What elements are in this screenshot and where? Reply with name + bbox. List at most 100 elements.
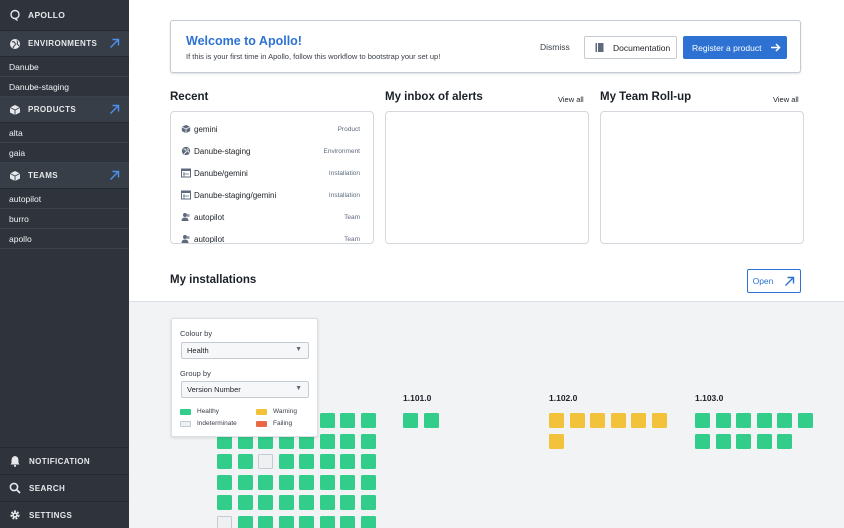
installation-tile-healthy[interactable] bbox=[797, 413, 813, 428]
sidebar-item-autopilot[interactable]: autopilot bbox=[0, 189, 129, 209]
bell-icon bbox=[9, 455, 21, 467]
installation-tile-healthy[interactable] bbox=[777, 413, 792, 428]
installation-tile-healthy[interactable] bbox=[403, 413, 418, 428]
installation-tile-healthy[interactable] bbox=[319, 495, 335, 510]
installation-tile-healthy[interactable] bbox=[360, 515, 376, 528]
installation-tile-healthy[interactable] bbox=[278, 454, 294, 469]
installation-tile-healthy[interactable] bbox=[319, 474, 335, 490]
installation-tile-healthy[interactable] bbox=[340, 454, 355, 469]
installation-tile-healthy[interactable] bbox=[299, 515, 314, 528]
documentation-button[interactable]: Documentation bbox=[584, 36, 677, 59]
installation-tile-warning[interactable] bbox=[610, 413, 626, 428]
search-button[interactable]: SEARCH bbox=[0, 474, 129, 501]
sidebar-item-danube-staging[interactable]: Danube-staging bbox=[0, 77, 129, 97]
installation-tile-healthy[interactable] bbox=[278, 495, 294, 510]
legend-label: Healthy bbox=[197, 408, 220, 415]
group-by-select[interactable]: Version Number ▼ bbox=[181, 381, 309, 398]
installation-tile-warning[interactable] bbox=[631, 413, 646, 428]
list-item[interactable]: Danube-staging/gemini Installation bbox=[181, 188, 360, 202]
installation-tile-healthy[interactable] bbox=[237, 474, 253, 490]
sidebar-item-danube[interactable]: Danube bbox=[0, 57, 129, 77]
installation-tile-healthy[interactable] bbox=[360, 454, 376, 469]
sidebar-item-alta[interactable]: alta bbox=[0, 123, 129, 143]
installation-tile-healthy[interactable] bbox=[319, 454, 335, 469]
installation-tile-healthy[interactable] bbox=[695, 433, 710, 449]
open-installations-button[interactable]: Open bbox=[747, 269, 801, 293]
list-item[interactable]: Danube-staging Environment bbox=[181, 144, 360, 158]
installation-tile-healthy[interactable] bbox=[258, 474, 273, 490]
installation-tile-healthy[interactable] bbox=[237, 515, 253, 528]
installation-tile-healthy[interactable] bbox=[340, 515, 355, 528]
installation-tile-healthy[interactable] bbox=[278, 474, 294, 490]
installation-tile-healthy[interactable] bbox=[360, 495, 376, 510]
installation-tile-healthy[interactable] bbox=[756, 433, 772, 449]
dismiss-button[interactable]: Dismiss bbox=[540, 42, 570, 52]
sidebar-item-apollo[interactable]: apollo bbox=[0, 229, 129, 249]
installation-tile-warning[interactable] bbox=[549, 413, 564, 428]
installation-tile-healthy[interactable] bbox=[258, 495, 273, 510]
installation-tile-indeterminate[interactable] bbox=[217, 515, 232, 528]
list-item[interactable]: autopilot Team bbox=[181, 210, 360, 224]
sidebar-section-environments[interactable]: ENVIRONMENTS bbox=[0, 31, 129, 57]
external-link-icon[interactable] bbox=[109, 104, 120, 117]
apollo-logo-icon bbox=[9, 9, 21, 21]
external-link-icon[interactable] bbox=[109, 38, 120, 51]
installation-tile-healthy[interactable] bbox=[695, 413, 710, 428]
installation-tile-warning[interactable] bbox=[549, 433, 564, 449]
installations-title: My installations bbox=[170, 274, 257, 286]
sidebar-item-gaia[interactable]: gaia bbox=[0, 143, 129, 163]
installation-tile-healthy[interactable] bbox=[736, 433, 751, 449]
rollup-view-all-link[interactable]: View all bbox=[773, 95, 799, 104]
installation-tile-healthy[interactable] bbox=[278, 515, 294, 528]
rollup-panel bbox=[600, 111, 804, 244]
installation-tile-healthy[interactable] bbox=[319, 515, 335, 528]
installation-tile-healthy[interactable] bbox=[319, 413, 335, 428]
installation-tile-indeterminate[interactable] bbox=[258, 454, 273, 469]
installation-tile-healthy[interactable] bbox=[340, 413, 355, 428]
legend-swatch bbox=[180, 420, 191, 427]
installation-tile-healthy[interactable] bbox=[340, 495, 355, 510]
installation-tile-warning[interactable] bbox=[569, 413, 585, 428]
installation-tile-warning[interactable] bbox=[590, 413, 605, 428]
installation-tile-healthy[interactable] bbox=[715, 413, 731, 428]
colour-by-select[interactable]: Health ▼ bbox=[181, 342, 309, 359]
list-item[interactable]: Danube/gemini Installation bbox=[181, 166, 360, 180]
installation-tile-healthy[interactable] bbox=[217, 495, 232, 510]
installation-tile-warning[interactable] bbox=[651, 413, 667, 428]
settings-button[interactable]: SETTINGS bbox=[0, 501, 129, 528]
installation-tile-healthy[interactable] bbox=[217, 454, 232, 469]
legend-warning: Warning bbox=[256, 408, 297, 415]
installation-tile-healthy[interactable] bbox=[777, 433, 792, 449]
installation-tile-healthy[interactable] bbox=[217, 474, 232, 490]
app-logo[interactable]: APOLLO bbox=[0, 0, 129, 31]
installation-tile-healthy[interactable] bbox=[360, 433, 376, 449]
installation-tile-healthy[interactable] bbox=[360, 413, 376, 428]
installation-tile-healthy[interactable] bbox=[299, 454, 314, 469]
installation-tile-healthy[interactable] bbox=[360, 474, 376, 490]
legend-swatch bbox=[256, 408, 267, 415]
installation-tile-healthy[interactable] bbox=[237, 495, 253, 510]
installation-tile-healthy[interactable] bbox=[736, 413, 751, 428]
register-product-button[interactable]: Register a product bbox=[683, 36, 787, 59]
recent-item-name: Danube-staging bbox=[194, 146, 251, 156]
installation-tile-healthy[interactable] bbox=[237, 454, 253, 469]
installation-tile-healthy[interactable] bbox=[340, 474, 355, 490]
alerts-view-all-link[interactable]: View all bbox=[558, 95, 584, 104]
list-item[interactable]: autopilot Team bbox=[181, 232, 360, 243]
sidebar-item-burro[interactable]: burro bbox=[0, 209, 129, 229]
installation-tile-healthy[interactable] bbox=[299, 495, 314, 510]
installation-icon bbox=[181, 190, 191, 200]
installation-tile-healthy[interactable] bbox=[258, 515, 273, 528]
installation-tile-healthy[interactable] bbox=[715, 433, 731, 449]
external-link-icon[interactable] bbox=[109, 170, 120, 183]
installation-tile-healthy[interactable] bbox=[340, 433, 355, 449]
sidebar-section-products[interactable]: PRODUCTS bbox=[0, 97, 129, 123]
installation-tile-healthy[interactable] bbox=[756, 413, 772, 428]
notification-button[interactable]: NOTIFICATION bbox=[0, 447, 129, 474]
installation-tile-healthy[interactable] bbox=[299, 474, 314, 490]
sidebar-section-teams[interactable]: TEAMS bbox=[0, 163, 129, 189]
installation-tile-healthy[interactable] bbox=[423, 413, 439, 428]
list-item[interactable]: gemini Product bbox=[181, 122, 360, 136]
installation-tile-healthy[interactable] bbox=[319, 433, 335, 449]
recent-item-type: Installation bbox=[328, 169, 360, 177]
